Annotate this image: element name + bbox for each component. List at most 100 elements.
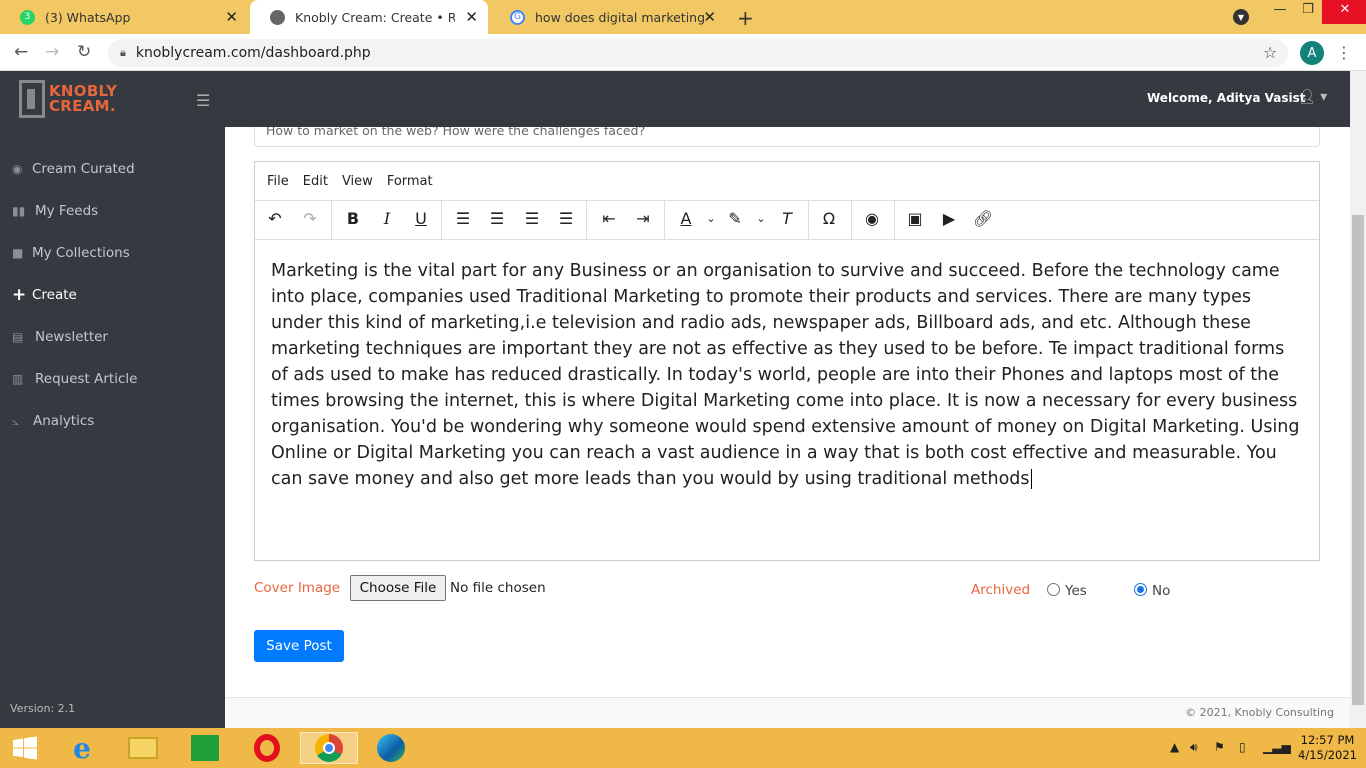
footer: © 2021, Knobly Consulting <box>225 697 1350 728</box>
new-tab-icon[interactable]: + <box>737 6 754 30</box>
align-center-icon[interactable]: ☰ <box>485 209 509 228</box>
show-hidden-icons[interactable]: ▲ <box>1170 740 1179 754</box>
store-icon[interactable] <box>182 732 228 764</box>
newspaper-icon: ▤ <box>12 330 24 344</box>
menu-format[interactable]: Format <box>387 174 433 189</box>
user-dropdown-icon[interactable]: 👤︎ ▾ <box>1298 89 1327 105</box>
tab-search-icon[interactable]: ▼ <box>1233 9 1249 25</box>
bookmark-star-icon[interactable]: ☆ <box>1263 43 1277 62</box>
rich-text-editor: File Edit View Format ↶ ↷ B I U ☰ ☰ ☰ ☰ … <box>254 161 1320 561</box>
globe-icon <box>270 9 285 25</box>
image-icon[interactable]: ▣ <box>903 209 927 228</box>
indent-icon[interactable]: ⇥ <box>631 209 655 228</box>
text-color-icon[interactable]: A <box>674 209 698 228</box>
map-icon: ▥ <box>12 372 24 386</box>
lock-icon: 🔒︎ <box>120 46 126 59</box>
chevron-down-icon[interactable]: ⌄ <box>749 212 773 225</box>
hamburger-menu-icon[interactable]: ☰ <box>196 91 210 110</box>
browser-tab-bar: 3 (3) WhatsApp ✕ Knobly Cream: Create • … <box>0 0 1366 34</box>
app-header: KNOBLY CREAM. ☰ Welcome, Aditya Vasist 👤… <box>0 71 1350 127</box>
archived-no-label: No <box>1152 583 1171 599</box>
sidebar-item-my-feeds[interactable]: ▮▮ My Feeds <box>12 200 98 222</box>
menu-view[interactable]: View <box>342 174 373 189</box>
copyright-text: © 2021, Knobly Consulting <box>1185 706 1334 719</box>
italic-icon[interactable]: I <box>375 209 399 228</box>
reload-icon[interactable]: ↻ <box>77 42 91 62</box>
highlight-icon[interactable]: ✎ <box>723 209 747 228</box>
menu-file[interactable]: File <box>267 174 289 189</box>
close-tab-icon[interactable]: ✕ <box>225 8 238 26</box>
video-icon[interactable]: ▶ <box>937 209 961 228</box>
minimize-icon[interactable]: — <box>1266 0 1294 24</box>
profile-avatar[interactable]: A <box>1300 41 1324 65</box>
bold-icon[interactable]: B <box>341 209 365 228</box>
redo-icon[interactable]: ↷ <box>298 209 322 228</box>
close-window-icon[interactable]: ✕ <box>1322 0 1366 24</box>
window-controls: — ❐ ✕ <box>1266 0 1366 24</box>
internet-explorer-icon[interactable]: e <box>59 732 105 765</box>
post-title-value: How to market on the web? How were the c… <box>266 127 646 138</box>
sidebar: ◉ Cream Curated ▮▮ My Feeds ■ My Collect… <box>0 127 225 728</box>
page-scrollbar[interactable] <box>1350 71 1366 728</box>
file-explorer-icon[interactable] <box>120 732 166 764</box>
sidebar-item-request-article[interactable]: ▥ Request Article <box>12 368 137 390</box>
tab-whatsapp[interactable]: 3 (3) WhatsApp ✕ <box>0 0 248 34</box>
editor-body-text: Marketing is the vital part for any Busi… <box>271 261 1300 489</box>
sidebar-item-label: Analytics <box>33 413 95 429</box>
book-icon: ▮▮ <box>12 204 26 218</box>
scrollbar-thumb[interactable] <box>1352 215 1364 705</box>
archived-label: Archived <box>971 582 1031 598</box>
action-center-flag-icon[interactable]: ⚑ <box>1214 740 1225 754</box>
archived-no-radio[interactable] <box>1134 583 1147 596</box>
chrome-icon[interactable] <box>300 732 358 764</box>
forward-icon[interactable]: → <box>45 42 59 62</box>
special-character-icon[interactable]: Ω <box>817 209 841 228</box>
clock-time: 12:57 PM <box>1300 733 1355 747</box>
menu-edit[interactable]: Edit <box>303 174 328 189</box>
post-title-input[interactable]: How to market on the web? How were the c… <box>254 127 1320 147</box>
version-text: Version: 2.1 <box>10 702 76 715</box>
opera-icon[interactable] <box>244 732 290 764</box>
text-cursor <box>1030 469 1032 489</box>
preview-icon[interactable]: ◉ <box>860 209 884 228</box>
undo-icon[interactable]: ↶ <box>263 209 287 228</box>
tab-title: Knobly Cream: Create • Reach • M <box>295 9 455 25</box>
power-icon[interactable]: ▯ <box>1239 740 1246 754</box>
choose-file-button[interactable]: Choose File <box>350 575 446 601</box>
align-right-icon[interactable]: ☰ <box>520 209 544 228</box>
align-left-icon[interactable]: ☰ <box>451 209 475 228</box>
google-icon: G <box>510 9 525 25</box>
sidebar-item-newsletter[interactable]: ▤ Newsletter <box>12 326 108 348</box>
link-icon[interactable]: 🔗︎ <box>971 209 995 228</box>
clear-formatting-icon[interactable]: T <box>775 209 799 228</box>
maximize-icon[interactable]: ❐ <box>1294 0 1322 24</box>
sidebar-item-cream-curated[interactable]: ◉ Cream Curated <box>12 158 135 180</box>
taskbar-clock[interactable]: 12:57 PM 4/15/2021 <box>1298 733 1357 763</box>
archived-yes-radio[interactable] <box>1047 583 1060 596</box>
outdent-icon[interactable]: ⇤ <box>597 209 621 228</box>
chevron-down-icon[interactable]: ⌄ <box>699 212 723 225</box>
sidebar-item-my-collections[interactable]: ■ My Collections <box>12 242 130 264</box>
save-post-button[interactable]: Save Post <box>254 630 344 662</box>
close-tab-icon[interactable]: ✕ <box>465 8 478 26</box>
windows-start-icon[interactable] <box>2 732 48 764</box>
volume-icon[interactable]: 🔊︎ <box>1190 740 1198 755</box>
edge-icon[interactable] <box>368 732 414 764</box>
tab-google-search[interactable]: G how does digital marketing help ✕ <box>490 0 726 34</box>
knobly-cream-logo[interactable]: KNOBLY CREAM. <box>19 80 131 118</box>
editor-menubar: File Edit View Format <box>255 162 1319 201</box>
browser-menu-icon[interactable]: ⋮ <box>1336 43 1352 62</box>
underline-icon[interactable]: U <box>409 209 433 228</box>
tab-knobly-cream[interactable]: Knobly Cream: Create • Reach • M ✕ <box>250 0 488 34</box>
sidebar-item-analytics[interactable]: ⦣ Analytics <box>12 410 94 432</box>
toolbar-divider <box>664 201 665 239</box>
logo-mark <box>19 80 45 118</box>
url-bar[interactable]: 🔒︎ knoblycream.com/dashboard.php <box>108 39 1288 67</box>
address-bar-row: ← → ↻ 🔒︎ knoblycream.com/dashboard.php ☆… <box>0 34 1366 71</box>
align-justify-icon[interactable]: ☰ <box>554 209 578 228</box>
sidebar-item-create[interactable]: + Create <box>12 284 77 306</box>
back-icon[interactable]: ← <box>14 42 28 62</box>
close-tab-icon[interactable]: ✕ <box>703 8 716 26</box>
network-icon[interactable]: ▁▃▅ <box>1263 740 1291 754</box>
editor-body[interactable]: Marketing is the vital part for any Busi… <box>255 240 1319 510</box>
